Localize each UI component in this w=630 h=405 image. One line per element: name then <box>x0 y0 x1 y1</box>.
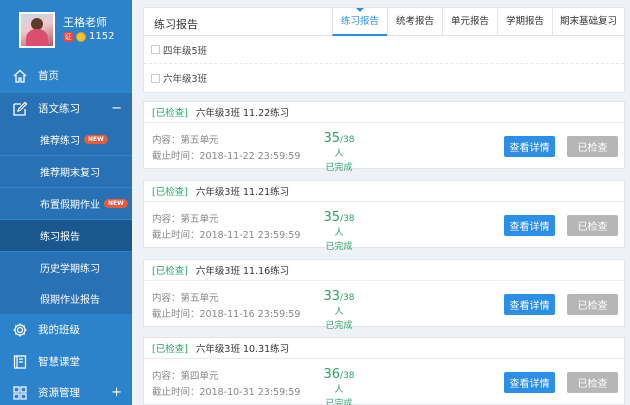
nav-sub-recommend-practice[interactable]: 推荐练习 NEW <box>0 124 132 155</box>
nav-sub-label: 布置假期作业 <box>40 200 100 211</box>
score-row: 证 1152 <box>63 31 114 42</box>
completion-status: 已完成 <box>325 399 353 405</box>
nav-label-smart-class: 智慧课堂 <box>38 356 80 368</box>
class-checkbox[interactable] <box>151 45 160 54</box>
checked-button[interactable]: 已检查 <box>567 215 618 236</box>
tab-semester-report[interactable]: 学期报告 <box>497 8 552 36</box>
tab-practice-report[interactable]: 练习报告 <box>332 8 387 36</box>
view-detail-button[interactable]: 查看详情 <box>504 294 555 315</box>
nav-item-chinese-practice[interactable]: 语文练习 − <box>0 93 132 124</box>
coin-icon <box>76 31 86 42</box>
completion-count: 35/38人 已完成 <box>320 131 358 173</box>
nav-label-home: 首页 <box>38 70 59 82</box>
panel-title: 练习报告 <box>154 18 198 31</box>
practice-card: [已检查] 六年级3班 10.31练习 内容：第四单元 截止时间：2018-10… <box>143 337 625 405</box>
completion-count: 35/38人 已完成 <box>320 210 358 252</box>
completion-status: 已完成 <box>325 242 353 252</box>
gear-icon <box>12 322 28 338</box>
checked-tag: [已检查] <box>152 266 188 277</box>
collapse-icon[interactable]: − <box>111 101 122 116</box>
done-number: 35 <box>323 210 341 225</box>
class-label: 六年级3班 <box>163 74 208 85</box>
avatar[interactable] <box>19 12 55 48</box>
checked-tag: [已检查] <box>152 344 188 355</box>
nav-item-resources[interactable]: 资源管理 + <box>0 377 132 405</box>
done-number: 36 <box>323 367 341 382</box>
practice-card: [已检查] 六年级3班 11.21练习 内容：第五单元 截止时间：2018-11… <box>143 180 625 252</box>
card-content: 内容：第五单元 <box>152 214 219 225</box>
card-content: 内容：第五单元 <box>152 135 219 146</box>
view-detail-button[interactable]: 查看详情 <box>504 215 555 236</box>
card-title: 六年级3班 11.21练习 <box>195 187 290 198</box>
nav-label-chinese-practice: 语文练习 <box>38 103 80 115</box>
card-header: [已检查] 六年级3班 10.31练习 <box>144 338 624 359</box>
card-deadline: 截止时间：2018-10-31 23:59:59 <box>152 387 301 398</box>
tab-unit-report[interactable]: 单元报告 <box>442 8 497 36</box>
done-number: 33 <box>323 289 341 304</box>
completion-status: 已完成 <box>325 321 353 331</box>
profile-panel: 王格老师 证 1152 <box>0 0 132 60</box>
class-checkbox[interactable] <box>151 73 160 83</box>
tab-header: 练习报告 练习报告 统考报告 单元报告 学期报告 期末基础复习 <box>144 8 624 36</box>
expand-icon[interactable]: + <box>111 385 122 400</box>
card-deadline: 截止时间：2018-11-22 23:59:59 <box>152 151 301 162</box>
nav-sub-label: 假期作业报告 <box>40 295 100 306</box>
card-header: [已检查] 六年级3班 11.21练习 <box>144 181 624 202</box>
coin-count: 1152 <box>89 31 115 42</box>
card-title: 六年级3班 11.22练习 <box>195 108 290 119</box>
certificate-icon: 证 <box>63 31 73 42</box>
nav-sub-holiday-homework[interactable]: 布置假期作业 NEW <box>0 188 132 219</box>
card-title: 六年级3班 10.31练习 <box>195 344 290 355</box>
teacher-name: 王格老师 <box>63 16 107 29</box>
checked-tag: [已检查] <box>152 108 188 119</box>
class-filter-row[interactable]: 六年级3班 <box>144 64 624 92</box>
nav-label-resources: 资源管理 <box>38 387 80 399</box>
tab-exam-report[interactable]: 统考报告 <box>387 8 442 36</box>
nav-label-my-class: 我的班级 <box>38 324 80 336</box>
main-content: 练习报告 练习报告 统考报告 单元报告 学期报告 期末基础复习 四年级5班 六年… <box>143 0 630 405</box>
nav-sub-holiday-report[interactable]: 假期作业报告 <box>0 283 132 314</box>
nav-sub-label: 推荐练习 <box>40 136 80 147</box>
nav-item-home[interactable]: 首页 <box>0 60 132 91</box>
report-tab-panel: 练习报告 练习报告 统考报告 单元报告 学期报告 期末基础复习 四年级5班 六年… <box>143 7 625 93</box>
card-content: 内容：第五单元 <box>152 293 219 304</box>
tab-final-review[interactable]: 期末基础复习 <box>552 8 624 36</box>
home-icon <box>12 68 28 84</box>
nav-sub-label: 历史学期练习 <box>40 264 100 275</box>
grid-icon <box>12 385 28 401</box>
edit-icon <box>12 101 28 117</box>
card-header: [已检查] 六年级3班 11.16练习 <box>144 260 624 281</box>
sidebar: 王格老师 证 1152 首页 语文练习 − 推荐练习 NEW 推荐期末复习 布置… <box>0 0 132 405</box>
card-title: 六年级3班 11.16练习 <box>195 266 290 277</box>
nav-sub-label: 推荐期末复习 <box>40 168 100 179</box>
done-number: 35 <box>323 131 341 146</box>
tab-bar: 练习报告 统考报告 单元报告 学期报告 期末基础复习 <box>332 8 624 36</box>
practice-card: [已检查] 六年级3班 11.22练习 内容：第五单元 截止时间：2018-11… <box>143 101 625 173</box>
nav-sub-history-practice[interactable]: 历史学期练习 <box>0 252 132 283</box>
completion-status: 已完成 <box>325 163 353 173</box>
card-header: [已检查] 六年级3班 11.22练习 <box>144 102 624 123</box>
checked-button[interactable]: 已检查 <box>567 294 618 315</box>
nav-sub-final-review[interactable]: 推荐期末复习 <box>0 156 132 187</box>
nav-sub-practice-report[interactable]: 练习报告 <box>0 220 132 251</box>
checked-button[interactable]: 已检查 <box>567 136 618 157</box>
view-detail-button[interactable]: 查看详情 <box>504 372 555 393</box>
checked-tag: [已检查] <box>152 187 188 198</box>
new-badge: NEW <box>84 135 108 144</box>
new-badge: NEW <box>104 199 128 208</box>
practice-card: [已检查] 六年级3班 11.16练习 内容：第五单元 截止时间：2018-11… <box>143 259 625 331</box>
card-deadline: 截止时间：2018-11-16 23:59:59 <box>152 309 301 320</box>
nav-sub-label: 练习报告 <box>40 232 80 243</box>
class-label: 四年级5班 <box>163 45 208 57</box>
nav-item-smart-class[interactable]: 智慧课堂 <box>0 346 132 377</box>
book-icon <box>12 354 28 370</box>
view-detail-button[interactable]: 查看详情 <box>504 136 555 157</box>
completion-count: 36/38人 已完成 <box>320 367 358 405</box>
checked-button[interactable]: 已检查 <box>567 372 618 393</box>
nav-item-my-class[interactable]: 我的班级 <box>0 314 132 345</box>
card-deadline: 截止时间：2018-11-21 23:59:59 <box>152 230 301 241</box>
completion-count: 33/38人 已完成 <box>320 289 358 331</box>
card-content: 内容：第四单元 <box>152 371 219 382</box>
class-filter-row[interactable]: 四年级5班 <box>144 36 624 64</box>
